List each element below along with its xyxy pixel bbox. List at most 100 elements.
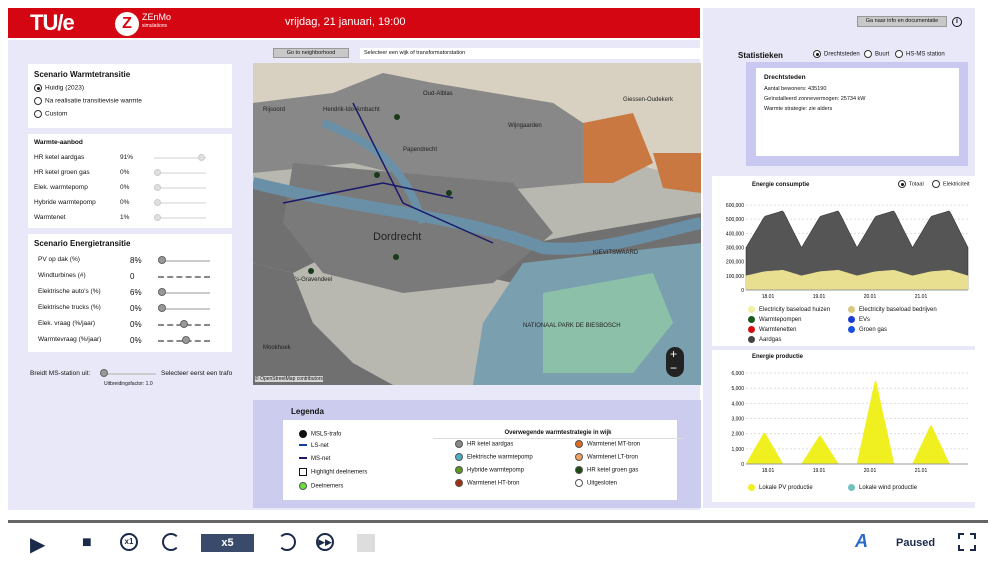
warmte-row-label: Elek. warmtepomp (34, 184, 88, 191)
radio-transitievisie[interactable]: Na realisatie transitievisie warmte (34, 97, 142, 105)
strategy-item: HR ketel aardgas (455, 440, 513, 448)
radio-huidig[interactable]: Huidig (2023) (34, 84, 84, 92)
energie-row-label: Windturbines (#) (38, 272, 86, 279)
fullscreen-icon[interactable] (958, 533, 976, 551)
y-tick-label: 200,000 (726, 260, 744, 266)
energie-row-knob[interactable] (158, 304, 166, 312)
chart-legend-item: Lokale PV productie (748, 484, 813, 491)
energie-row-value: 6% (130, 288, 142, 297)
strategy-item: HR ketel groen gas (575, 466, 638, 474)
warmte-row-slider[interactable] (154, 217, 206, 219)
warmte-row-knob[interactable] (197, 154, 205, 161)
chart-legend-item: EVs (848, 316, 870, 323)
play-icon[interactable]: ▶ (30, 532, 45, 557)
speed-display: x5 (201, 534, 254, 552)
map-label: Papendrecht (403, 147, 438, 153)
energie-row-label: PV op dak (%) (38, 256, 80, 263)
radio-totaal[interactable]: Totaal (898, 180, 924, 188)
legend-panel: Legenda MSLS-trafo LS-net MS-net Highlig… (253, 400, 701, 508)
stat-bewoners: Aantal bewoners: 435190 (764, 86, 827, 92)
y-tick-label: 600,000 (726, 203, 744, 209)
ms-station-slider[interactable] (100, 373, 156, 375)
speed-up-icon[interactable] (278, 533, 296, 551)
strategy-label: Warmtenet LT-bron (587, 454, 639, 461)
legend-label: Lokale wind productie (859, 485, 918, 492)
step-icon[interactable] (357, 534, 375, 552)
y-tick-label: 0 (741, 288, 744, 294)
y-tick-label: 5,000 (731, 386, 744, 392)
go-to-neighborhood-button[interactable]: Go to neighborhood (273, 48, 349, 58)
warmte-row-label: Hybride warmtepomp (34, 199, 96, 206)
energie-row-knob[interactable] (179, 320, 188, 328)
strategy-label: Hybride warmtepomp (467, 467, 525, 474)
energie-row-label: Elektrische trucks (%) (38, 304, 101, 311)
legend-color-dot (848, 316, 855, 323)
warmte-row-slider[interactable] (154, 202, 206, 204)
strategy-item: Uitgesloten (575, 479, 617, 487)
map-label: 's-Gravendeel (295, 277, 333, 283)
scenario-warmte-card: Scenario Warmtetransitie Huidig (2023) N… (28, 64, 232, 128)
x-tick-label: 21.01 (915, 294, 928, 300)
chart-legend-item: Electricity baseload bedrijven (848, 306, 937, 313)
energie-row-knob[interactable] (158, 288, 166, 296)
slow-down-icon[interactable] (162, 533, 180, 551)
chart-legend-item: Warmtenetten (748, 326, 796, 333)
consumptie-card: Energie consumptie Totaal Elektriciteit … (712, 176, 978, 346)
radio-elektriciteit[interactable]: Elektriciteit (932, 180, 970, 188)
warmte-row-knob[interactable] (154, 169, 161, 176)
y-tick-label: 300,000 (726, 246, 744, 252)
warmte-row-label: Warmtenet (34, 214, 66, 221)
legend-highlight: Highlight deelnemers (299, 468, 367, 476)
legend-mslstrafo: MSLS-trafo (299, 430, 341, 438)
y-tick-label: 0 (741, 462, 744, 468)
radio-custom[interactable]: Custom (34, 110, 67, 118)
energie-row-label: Elektrische auto's (%) (38, 288, 101, 295)
ms-station-knob[interactable] (100, 369, 108, 377)
energie-row-slider[interactable] (158, 276, 210, 278)
y-tick-label: 3,000 (731, 417, 744, 423)
warmte-row-label: HR ketel groen gas (34, 169, 90, 176)
x-tick-label: 21.01 (915, 468, 928, 474)
legend-card: MSLS-trafo LS-net MS-net Highlight deeln… (283, 420, 683, 500)
stop-icon[interactable]: ■ (82, 534, 92, 552)
y-tick-label: 100,000 (726, 274, 744, 280)
series-area-lokale-pv-productie (745, 380, 968, 465)
legend-label: Electricity baseload bedrijven (859, 307, 937, 314)
map-view[interactable]: Oud-Alblas Hendrik-Ido-Ambacht Papendrecht… (253, 63, 701, 385)
stat-radio-drechtsteden[interactable]: Drechtsteden (813, 50, 860, 58)
fast-forward-icon[interactable]: ▶▶ (316, 533, 334, 551)
energie-row-knob[interactable] (158, 256, 166, 264)
zoom-in-button[interactable]: + (670, 347, 677, 361)
anylogic-icon: A (855, 531, 868, 551)
warmte-row-slider[interactable] (154, 172, 206, 174)
energie-row-label: Warmtevraag (%/jaar) (38, 336, 102, 343)
map-label: Hendrik-Ido-Ambacht (323, 107, 380, 113)
ms-station-hint: Selecteer eerst een trafo (161, 370, 233, 377)
zenmo-logo: Z (115, 12, 139, 36)
zoom-out-button[interactable]: − (670, 361, 677, 375)
info-icon[interactable]: i (952, 17, 962, 27)
warmte-row-slider[interactable] (154, 187, 206, 189)
map-label: KIEVITSWAARD (593, 250, 639, 256)
strategy-color-dot (575, 453, 583, 461)
energie-row-value: 0% (130, 304, 142, 313)
legend-label: Warmtepompen (759, 317, 802, 324)
x-tick-label: 20.01 (864, 468, 877, 474)
warmte-row-knob[interactable] (154, 184, 161, 191)
stat-radio-buurt[interactable]: Buurt (864, 50, 889, 58)
strategy-label: Uitgesloten (587, 480, 618, 487)
stat-radio-hsms[interactable]: HS-MS station (895, 50, 945, 58)
speed-x1-icon[interactable]: x1 (120, 533, 138, 551)
zenmo-name: ZEnMo simulations (142, 12, 172, 30)
warmte-aanbod-card: Warmte-aanbod HR ketel aardgas 91% HR kete… (28, 134, 232, 228)
warmte-row-knob[interactable] (154, 214, 162, 221)
chart-legend-item: Warmtepompen (748, 316, 801, 323)
legend-label: Aardgas (759, 337, 782, 344)
legend-color-dot (748, 306, 755, 313)
info-button[interactable]: Ga naar info en documentatie (857, 16, 947, 27)
warmte-row-knob[interactable] (154, 199, 161, 206)
warmte-row-value: 0% (120, 199, 130, 206)
energie-row-knob[interactable] (182, 336, 190, 344)
strategy-color-dot (575, 466, 583, 474)
productie-card: Energie productie 0 1,000 2,000 3,000 4,000 5… (712, 350, 978, 502)
